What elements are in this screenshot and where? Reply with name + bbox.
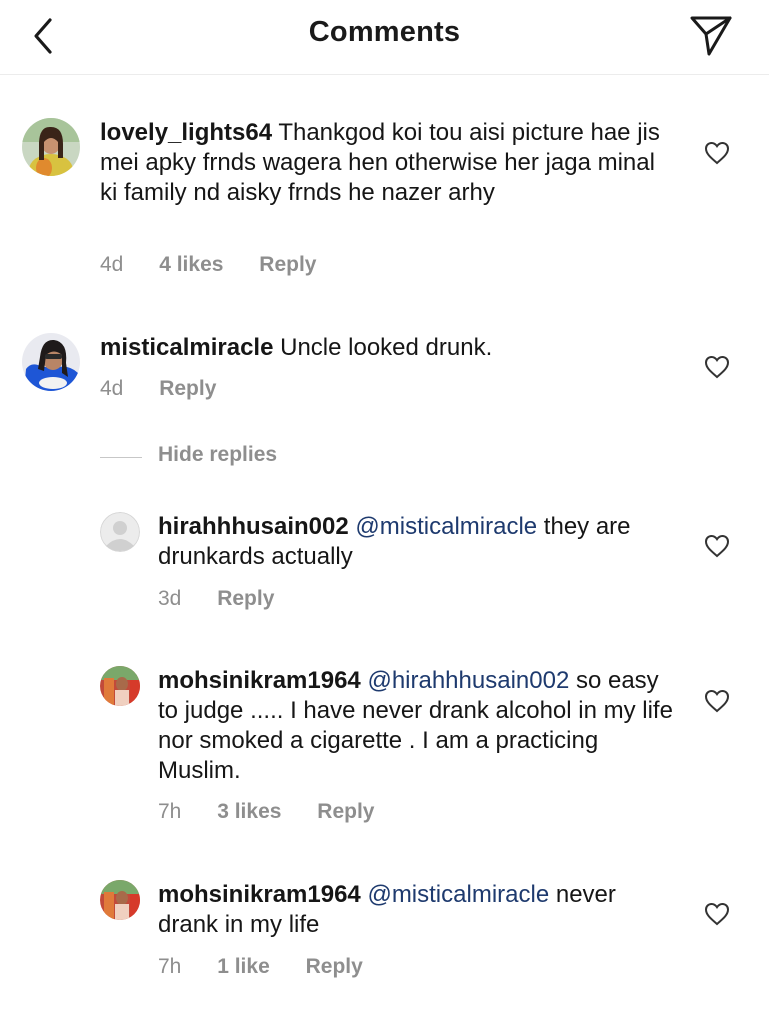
heart-icon: [704, 902, 730, 926]
avatar[interactable]: [100, 666, 140, 706]
reply-meta: 7h 3 likes Reply: [158, 800, 404, 824]
page-title: Comments: [308, 16, 461, 48]
heart-icon: [704, 689, 730, 713]
avatar[interactable]: [100, 880, 140, 920]
comment-body: Uncle looked drunk.: [280, 334, 493, 361]
reply-text: mohsinikram1964 @hirahhhusain002 so easy…: [158, 666, 678, 786]
reply-time: 3d: [158, 587, 182, 610]
mention-link[interactable]: @misticalmiracle: [367, 881, 549, 908]
reply-button[interactable]: Reply: [259, 253, 316, 277]
reply-text: mohsinikram1964 @misticalmiracle never d…: [158, 880, 678, 940]
username[interactable]: mohsinikram1964: [158, 667, 361, 694]
mention-link[interactable]: @misticalmiracle: [355, 513, 537, 540]
divider-line: [100, 457, 142, 458]
like-button[interactable]: [704, 902, 730, 926]
comment-meta: 4d Reply: [100, 377, 246, 401]
comment-time: 4d: [100, 253, 124, 276]
likes-count[interactable]: 4 likes: [159, 253, 223, 277]
heart-icon: [704, 355, 730, 379]
reply-button[interactable]: Reply: [159, 377, 216, 401]
avatar[interactable]: [100, 512, 140, 552]
reply-meta: 7h 1 like Reply: [158, 955, 393, 979]
reply-button[interactable]: Reply: [306, 955, 363, 979]
hide-replies-label: Hide replies: [158, 443, 278, 466]
reply-button[interactable]: Reply: [317, 800, 374, 824]
reply-time: 7h: [158, 955, 182, 978]
comment-text: misticalmiracle Uncle looked drunk.: [100, 333, 675, 363]
like-button[interactable]: [704, 534, 730, 558]
reply-text: hirahhhusain002 @misticalmiracle they ar…: [158, 512, 678, 572]
mention-link[interactable]: @hirahhhusain002: [367, 667, 569, 694]
username[interactable]: lovely_lights64: [100, 119, 272, 146]
comment-time: 4d: [100, 377, 124, 400]
like-button[interactable]: [704, 141, 730, 165]
reply-time: 7h: [158, 800, 182, 823]
paper-plane-icon: [690, 16, 732, 56]
like-button[interactable]: [704, 689, 730, 713]
heart-icon: [704, 534, 730, 558]
likes-count[interactable]: 1 like: [217, 955, 270, 979]
heart-icon: [704, 141, 730, 165]
comments-header: Comments: [0, 0, 769, 75]
username[interactable]: misticalmiracle: [100, 334, 273, 361]
reply-meta: 3d Reply: [158, 587, 304, 611]
comment-meta: 4d 4 likes Reply: [100, 253, 346, 277]
avatar[interactable]: [22, 333, 80, 391]
comment-text: lovely_lights64 Thankgod koi tou aisi pi…: [100, 118, 675, 208]
like-button[interactable]: [704, 355, 730, 379]
username[interactable]: mohsinikram1964: [158, 881, 361, 908]
avatar[interactable]: [22, 118, 80, 176]
reply-button[interactable]: Reply: [217, 587, 274, 611]
likes-count[interactable]: 3 likes: [217, 800, 281, 824]
username[interactable]: hirahhhusain002: [158, 513, 349, 540]
share-button[interactable]: [687, 14, 735, 58]
